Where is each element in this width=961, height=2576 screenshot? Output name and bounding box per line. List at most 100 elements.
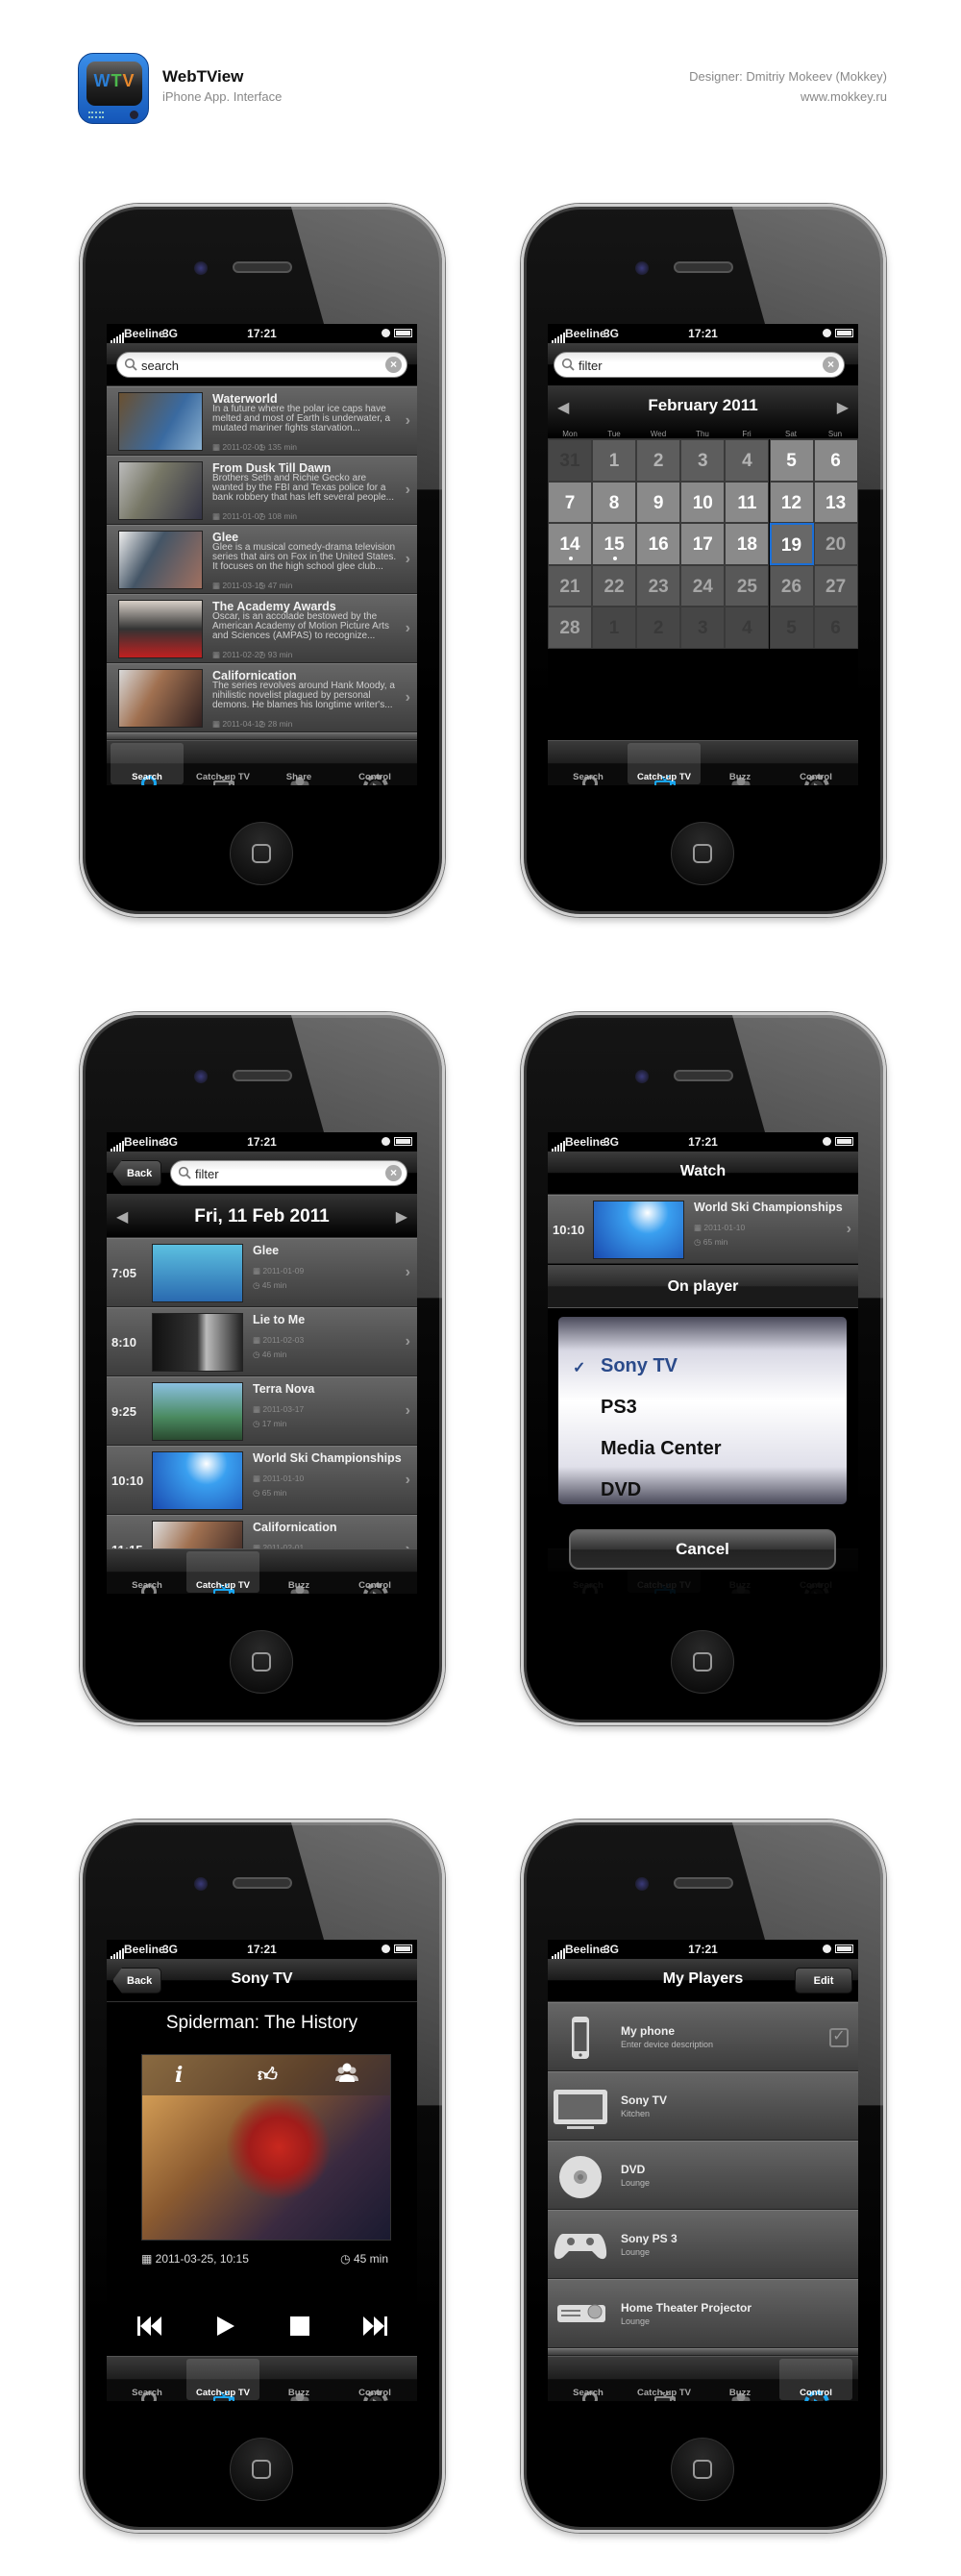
tab-catch-up-tv[interactable]: Catch-up TV	[186, 1551, 259, 1594]
clear-icon[interactable]: ×	[385, 357, 402, 373]
calendar-day[interactable]: 5	[769, 439, 814, 482]
home-button[interactable]	[230, 2438, 293, 2501]
tab-control[interactable]: Control	[779, 2359, 852, 2401]
player-picker[interactable]: Sony TV ✓ PS3 Media Center DVD	[558, 1317, 847, 1504]
home-button[interactable]	[671, 822, 734, 885]
calendar-day[interactable]: 11	[725, 481, 770, 524]
schedule-item[interactable]: 10:10 World Ski Championships ▦ 2011-01-10…	[548, 1195, 858, 1264]
tab-control[interactable]: Control	[779, 743, 852, 785]
schedule-item[interactable]: 7:05 Glee ▦ 2011-01-09 ◷ 45 min ›	[107, 1238, 417, 1307]
calendar-day[interactable]: 27	[813, 564, 858, 607]
list-item[interactable]: Glee Glee is a musical comedy-drama telev…	[107, 525, 417, 594]
play-button[interactable]	[210, 2313, 239, 2344]
schedule-item[interactable]: 10:10 World Ski Championships ▦ 2011-01-10…	[107, 1446, 417, 1515]
tab-buzz[interactable]: Buzz	[262, 1551, 335, 1594]
home-button[interactable]	[671, 2438, 734, 2501]
previous-button[interactable]	[136, 2313, 164, 2344]
home-button[interactable]	[230, 1630, 293, 1694]
calendar-day[interactable]: 3	[680, 439, 726, 482]
calendar-day[interactable]: 25	[725, 564, 770, 607]
calendar-day[interactable]: 6	[813, 439, 858, 482]
calendar-day[interactable]: 2	[636, 439, 681, 482]
device-item[interactable]: Sony TV Kitchen	[548, 2071, 858, 2141]
calendar-day[interactable]: 9	[636, 481, 681, 524]
calendar-day[interactable]: 20	[813, 523, 858, 565]
next-day-button[interactable]: ▶	[396, 1207, 407, 1226]
calendar-day[interactable]: 24	[680, 564, 726, 607]
calendar-day[interactable]: 1	[592, 607, 637, 649]
calendar-day[interactable]: 4	[725, 607, 770, 649]
picker-option[interactable]: Media Center	[601, 1438, 722, 1460]
picker-option[interactable]: PS3	[601, 1397, 637, 1419]
tab-catch-up-tv[interactable]: Catch-up TV	[186, 2359, 259, 2401]
tab-search[interactable]: Search	[552, 743, 625, 785]
home-button[interactable]	[230, 822, 293, 885]
calendar-day[interactable]: 2	[636, 607, 681, 649]
device-item[interactable]: Sony PS 3 Lounge	[548, 2210, 858, 2279]
device-item[interactable]: Home Theater Projector Lounge	[548, 2279, 858, 2348]
calendar-day[interactable]: 21	[548, 564, 592, 607]
search-input[interactable]: filter ×	[170, 1160, 407, 1186]
calendar-day[interactable]: 31	[548, 439, 592, 482]
tab-control[interactable]: Control	[338, 743, 411, 785]
calendar-day[interactable]: 10	[680, 481, 726, 524]
picker-option[interactable]: Sony TV	[601, 1355, 678, 1377]
calendar-day[interactable]: 28	[548, 607, 592, 649]
list-item[interactable]: The Academy Awards Oscar, is an accolade …	[107, 594, 417, 663]
calendar-day[interactable]: 8	[592, 481, 637, 524]
share-people-icon[interactable]	[334, 2061, 359, 2090]
list-item[interactable]: From Dusk Till Dawn Brothers Seth and Ric…	[107, 456, 417, 525]
stop-button[interactable]	[285, 2313, 314, 2344]
calendar-day[interactable]: 22	[592, 564, 637, 607]
calendar-day[interactable]: 15	[592, 523, 637, 565]
calendar-day[interactable]: 14	[548, 523, 592, 565]
edit-button[interactable]: Edit	[795, 1968, 852, 1994]
tab-buzz[interactable]: Buzz	[262, 2359, 335, 2401]
calendar-day[interactable]: 12	[769, 481, 814, 524]
next-button[interactable]	[360, 2313, 389, 2344]
calendar-day[interactable]: 23	[636, 564, 681, 607]
next-month-button[interactable]: ▶	[837, 398, 849, 417]
calendar-day[interactable]: 3	[680, 607, 726, 649]
schedule-item[interactable]: 9:25 Terra Nova ▦ 2011-03-17 ◷ 17 min ›	[107, 1376, 417, 1446]
clear-icon[interactable]: ×	[823, 357, 839, 373]
tab-buzz[interactable]: Buzz	[703, 743, 776, 785]
search-input[interactable]: search ×	[116, 352, 407, 378]
device-item[interactable]: My phone Enter device description ✓	[548, 2002, 858, 2071]
calendar-day[interactable]: 18	[725, 523, 770, 565]
tab-control[interactable]: Control	[338, 1551, 411, 1594]
calendar-day[interactable]: 16	[636, 523, 681, 565]
calendar-day[interactable]: 4	[725, 439, 770, 482]
calendar-day[interactable]: 17	[680, 523, 726, 565]
calendar-day[interactable]: 26	[769, 564, 814, 607]
device-item[interactable]: DVD Lounge	[548, 2141, 858, 2210]
cancel-button[interactable]: Cancel	[569, 1529, 836, 1570]
tab-search[interactable]: Search	[111, 2359, 184, 2401]
website-link[interactable]: www.mokkey.ru	[801, 89, 887, 104]
calendar-day[interactable]: 19	[769, 523, 814, 565]
tab-catch-up-tv[interactable]: Catch-up TV	[628, 2359, 701, 2401]
checkbox-checked-icon[interactable]: ✓	[829, 2028, 849, 2047]
back-button[interactable]: Back	[112, 1160, 162, 1186]
calendar-day[interactable]: 5	[769, 607, 814, 649]
tab-search[interactable]: Search	[111, 1551, 184, 1594]
tab-control[interactable]: Control	[338, 2359, 411, 2401]
calendar-day[interactable]: 13	[813, 481, 858, 524]
calendar-day[interactable]: 1	[592, 439, 637, 482]
info-icon[interactable]: i	[175, 2063, 183, 2088]
tab-share[interactable]: Share	[262, 743, 335, 785]
thumbs-up-icon[interactable]: 👍︎	[258, 2063, 278, 2087]
calendar-day[interactable]: 6	[813, 607, 858, 649]
search-input[interactable]: filter ×	[554, 352, 845, 378]
schedule-item[interactable]: 8:10 Lie to Me ▦ 2011-02-03 ◷ 46 min ›	[107, 1307, 417, 1376]
calendar-day[interactable]: 7	[548, 481, 592, 524]
clear-icon[interactable]: ×	[385, 1165, 402, 1181]
list-item[interactable]: Waterworld In a future where the polar ic…	[107, 386, 417, 456]
tab-catch-up-tv[interactable]: Catch-up TV	[628, 743, 701, 785]
picker-option[interactable]: DVD	[601, 1479, 641, 1501]
tab-catch-up-tv[interactable]: Catch-up TV	[186, 743, 259, 785]
tab-search[interactable]: Search	[111, 743, 184, 785]
home-button[interactable]	[671, 1630, 734, 1694]
list-item[interactable]: Californication The series revolves aroun…	[107, 663, 417, 732]
tab-search[interactable]: Search	[552, 2359, 625, 2401]
